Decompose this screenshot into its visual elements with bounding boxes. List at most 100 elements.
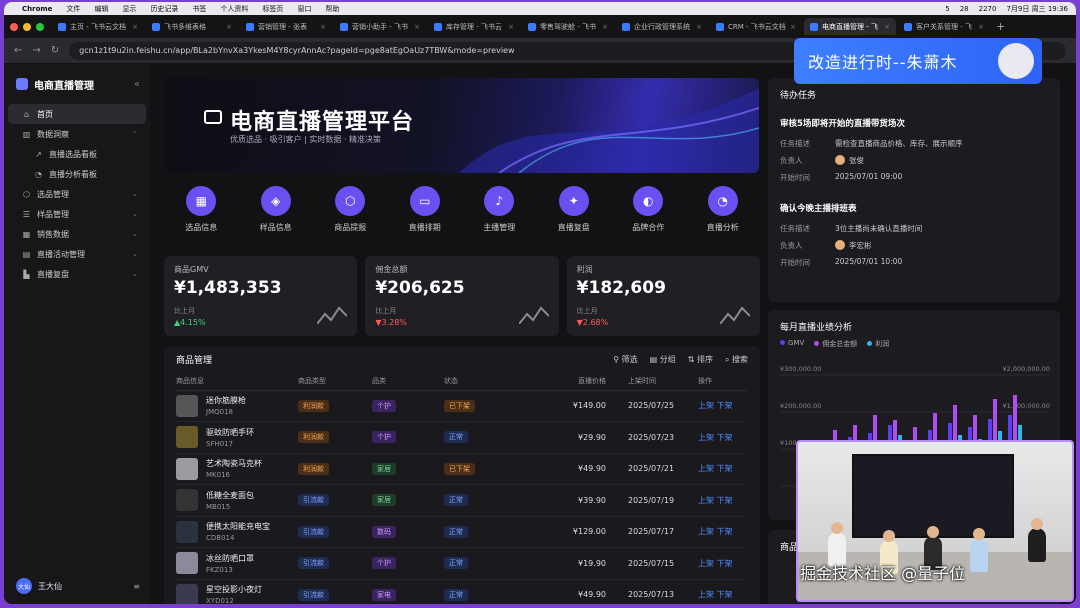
chevron-icon: ⌄ <box>132 250 138 258</box>
user-name: 王大仙 <box>38 581 62 591</box>
sidebar-item-6[interactable]: ▦ 销售数据 ⌄ <box>8 224 146 244</box>
status-cell: 已下架 <box>444 390 544 422</box>
quick-link-1[interactable]: ◈ 样品信息 <box>241 186 311 246</box>
column-header[interactable]: 上架时间 <box>606 372 698 391</box>
list-button[interactable]: 上架 <box>698 590 714 599</box>
quick-link-0[interactable]: ▦ 选品信息 <box>166 186 236 246</box>
close-tab-icon[interactable]: × <box>599 23 608 31</box>
column-header[interactable]: 商品信息 <box>176 372 298 391</box>
delist-button[interactable]: 下架 <box>717 433 733 442</box>
menu-window[interactable]: 窗口 <box>297 4 311 14</box>
quick-link-4[interactable]: ♪ 主播管理 <box>464 186 534 246</box>
sidebar-item-1[interactable]: ▥ 数据洞察 ⌃ <box>8 124 146 144</box>
product-code: JMQ018 <box>206 408 233 417</box>
sidebar-item-7[interactable]: ▤ 直播活动管理 ⌄ <box>8 244 146 264</box>
sidebar-item-4[interactable]: ⬡ 选品管理 ⌄ <box>8 184 146 204</box>
minimize-window-icon[interactable] <box>23 22 31 31</box>
close-tab-icon[interactable]: × <box>693 23 702 31</box>
column-header[interactable]: 状态 <box>444 372 544 391</box>
menu-view[interactable]: 显示 <box>122 4 136 14</box>
table-row[interactable]: 艺术陶瓷马克杯 MK016 利润款 家居 已下架 ¥49.90 2025/07/21 上架 下… <box>176 453 748 485</box>
close-tab-icon[interactable]: × <box>223 23 232 31</box>
filter-button[interactable]: ⚲ 筛选 <box>613 354 637 365</box>
list-button[interactable]: 上架 <box>698 527 714 536</box>
tab-8[interactable]: 电商直播管理 - 飞 × <box>804 18 896 35</box>
delist-button[interactable]: 下架 <box>717 590 733 599</box>
close-tab-icon[interactable]: × <box>787 23 796 31</box>
menubar-app-name[interactable]: Chrome <box>22 5 52 13</box>
tab-7[interactable]: CRM - 飞书云文档 × <box>710 18 802 35</box>
close-window-icon[interactable] <box>10 22 18 31</box>
close-tab-icon[interactable]: × <box>881 23 890 31</box>
quick-link-3[interactable]: ▭ 直播排期 <box>390 186 460 246</box>
user-profile[interactable]: 大仙 王大仙 ≡ <box>16 578 140 594</box>
delist-button[interactable]: 下架 <box>717 496 733 505</box>
column-header[interactable]: 商品类型 <box>298 372 372 391</box>
menu-bookmarks[interactable]: 书签 <box>192 4 206 14</box>
column-header[interactable]: 操作 <box>698 372 748 391</box>
tab-4[interactable]: 库存管理 - 飞书云 × <box>428 18 520 35</box>
close-tab-icon[interactable]: × <box>975 23 984 31</box>
column-header[interactable]: 直播价格 <box>544 372 606 391</box>
table-row[interactable]: 冰丝防晒口罩 FKZ013 引流款 个护 正常 ¥19.90 2025/07/15 上架 下架 <box>176 547 748 580</box>
close-tab-icon[interactable]: × <box>317 23 326 31</box>
menu-history[interactable]: 历史记录 <box>150 4 178 14</box>
quick-link-2[interactable]: ⬡ 商品提报 <box>315 186 385 246</box>
tab-9[interactable]: 客户关系管理 - 飞 × <box>898 18 990 35</box>
reload-icon[interactable]: ↻ <box>51 45 59 56</box>
todo-item[interactable]: 审核5场即将开始的直播带货场次 任务描述 需检查直播商品价格、库存、展示顺序 负责人 张… <box>768 101 1060 186</box>
tab-5[interactable]: 零售驾驶舱 - 飞书 × <box>522 18 614 35</box>
table-row[interactable]: 驱蚊防晒手环 SFH017 利润款 个护 正常 ¥29.90 2025/07/23 上架 下架 <box>176 421 748 454</box>
delist-button[interactable]: 下架 <box>717 527 733 536</box>
search-button[interactable]: ⌕ 搜索 <box>725 354 748 365</box>
table-row[interactable]: 便携太阳能充电宝 CDB014 引流款 数码 正常 ¥129.00 2025/07/17 上架… <box>176 516 748 548</box>
tab-1[interactable]: 飞书多维表格 × <box>146 18 238 35</box>
forward-icon[interactable]: → <box>32 45 40 56</box>
menu-file[interactable]: 文件 <box>66 4 80 14</box>
group-button[interactable]: ▤ 分组 <box>650 354 676 365</box>
menu-edit[interactable]: 编辑 <box>94 4 108 14</box>
close-tab-icon[interactable]: × <box>129 23 138 31</box>
menu-tab[interactable]: 标签页 <box>262 4 283 14</box>
close-tab-icon[interactable]: × <box>411 23 420 31</box>
quick-link-icon: ✦ <box>558 186 589 216</box>
todo-item[interactable]: 确认今晚主播排班表 任务描述 3位主播尚未确认直播时间 负责人 李宏彬 开始时间 2025/… <box>768 186 1060 271</box>
tab-0[interactable]: 主页 - 飞书云文档 × <box>52 18 144 35</box>
quick-link-7[interactable]: ◔ 直播分析 <box>688 186 758 246</box>
delist-button[interactable]: 下架 <box>717 464 733 473</box>
sidebar-item-2[interactable]: ↗ 直播选品看板 <box>8 144 146 164</box>
category-cell: 家居 <box>372 484 444 517</box>
menu-profiles[interactable]: 个人资料 <box>220 4 248 14</box>
sidebar-item-0[interactable]: ⌂ 首页 <box>8 104 146 124</box>
menu-help[interactable]: 帮助 <box>325 4 339 14</box>
sort-button[interactable]: ⇅ 排序 <box>688 354 713 365</box>
new-tab-icon[interactable]: + <box>996 20 1005 33</box>
zoom-window-icon[interactable] <box>36 22 44 31</box>
tab-6[interactable]: 企业行政管理系统 × <box>616 18 708 35</box>
column-header[interactable]: 品类 <box>372 372 444 391</box>
ops-cell: 上架 下架 <box>698 421 748 454</box>
table-row[interactable]: 低糖全麦面包 MB015 引流款 家居 正常 ¥39.90 2025/07/19 上架 下架 <box>176 484 748 517</box>
list-button[interactable]: 上架 <box>698 401 714 410</box>
sidebar-item-label: 选品管理 <box>37 189 69 199</box>
delist-button[interactable]: 下架 <box>717 559 733 568</box>
sidebar-item-5[interactable]: ☰ 样品管理 ⌄ <box>8 204 146 224</box>
back-icon[interactable]: ← <box>14 45 22 56</box>
tab-2[interactable]: 营销管理 - 张表 × <box>240 18 332 35</box>
quick-link-6[interactable]: ◐ 品牌合作 <box>613 186 683 246</box>
sidebar-item-3[interactable]: ◔ 直播分析看板 <box>8 164 146 184</box>
list-button[interactable]: 上架 <box>698 496 714 505</box>
sidebar-item-8[interactable]: ▙ 直播复盘 ⌄ <box>8 264 146 284</box>
menu-toggle-icon[interactable]: ≡ <box>133 582 140 591</box>
list-button[interactable]: 上架 <box>698 464 714 473</box>
list-button[interactable]: 上架 <box>698 433 714 442</box>
nav-icon: ⬡ <box>23 189 30 199</box>
tab-3[interactable]: 营销小助手 - 飞书 × <box>334 18 426 35</box>
table-row[interactable]: 迷你筋膜枪 JMQ018 利润款 个护 已下架 ¥149.00 2025/07/25 上架 下… <box>176 390 748 422</box>
table-row[interactable]: 星空投影小夜灯 XYD012 引流款 家电 正常 ¥49.90 2025/07/13 上架 下… <box>176 579 748 604</box>
close-tab-icon[interactable]: × <box>505 23 514 31</box>
delist-button[interactable]: 下架 <box>717 401 733 410</box>
collapse-sidebar-icon[interactable]: « <box>134 79 140 90</box>
list-button[interactable]: 上架 <box>698 559 714 568</box>
quick-link-5[interactable]: ✦ 直播复盘 <box>539 186 609 246</box>
